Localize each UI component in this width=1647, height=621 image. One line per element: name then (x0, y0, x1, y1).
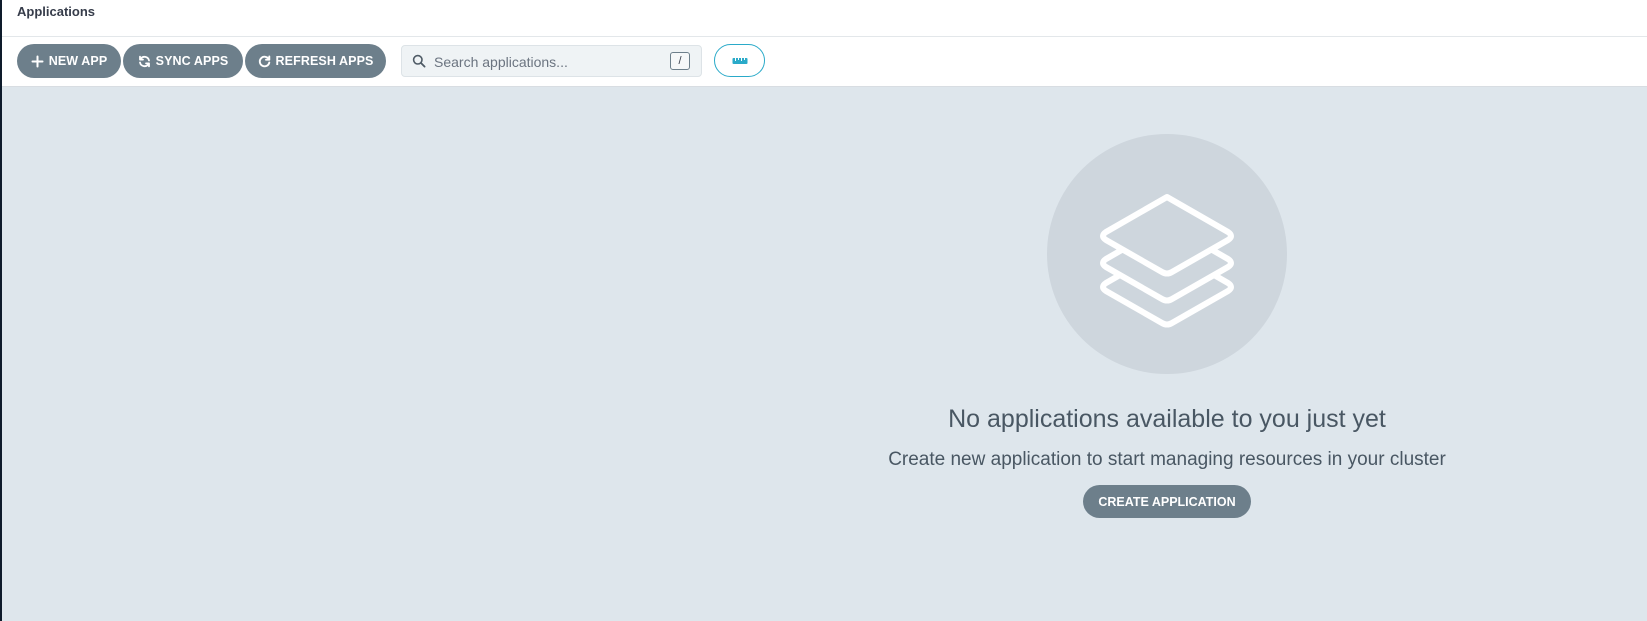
page-title: Applications (17, 4, 96, 19)
search-shortcut-hint: / (670, 52, 690, 70)
left-nav-edge (0, 0, 2, 621)
refresh-apps-button[interactable]: REFRESH APPS (245, 44, 386, 78)
empty-state-title: No applications available to you just ye… (948, 405, 1386, 433)
sync-apps-button[interactable]: SYNC APPS (123, 44, 243, 78)
redo-icon (258, 54, 271, 68)
layers-icon (1100, 194, 1234, 328)
plus-icon (31, 55, 44, 68)
sync-apps-label: SYNC APPS (155, 54, 229, 68)
new-app-label: NEW APP (48, 54, 108, 68)
top-bar: Applications (2, 0, 1647, 37)
empty-state-subtitle: Create new application to start managing… (888, 449, 1446, 470)
sync-icon (138, 55, 151, 68)
search-box: / (401, 45, 702, 77)
search-icon (412, 54, 426, 68)
app-window: Applications NEW APP SYNC APPS REFRESH A… (0, 0, 1647, 621)
refresh-apps-label: REFRESH APPS (275, 54, 374, 68)
view-toggle-button[interactable] (714, 44, 765, 77)
ruler-icon (732, 52, 748, 70)
toolbar: NEW APP SYNC APPS REFRESH APPS Search ap… (2, 37, 1647, 87)
search-input[interactable] (432, 50, 656, 74)
empty-state: No applications available to you just ye… (2, 87, 1647, 621)
new-app-button[interactable]: NEW APP (17, 44, 121, 78)
empty-state-illustration (1047, 134, 1287, 374)
create-application-button[interactable]: CREATE APPLICATION (1083, 485, 1251, 518)
